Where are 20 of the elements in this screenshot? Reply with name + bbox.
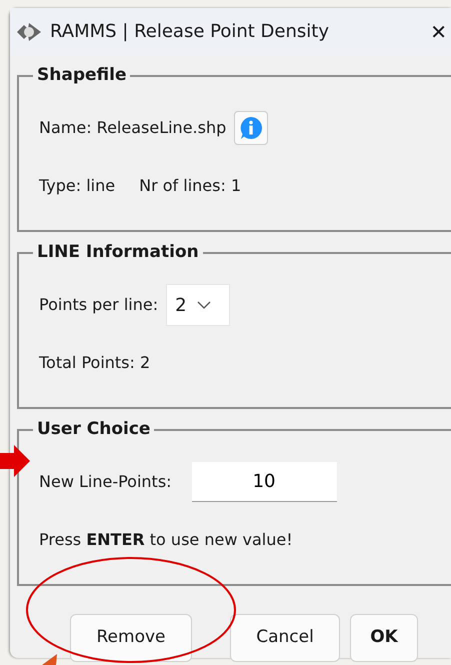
field-label: Type: line [39,175,116,197]
field-label: Points per line: [39,294,158,316]
window-title: RAMMS | Release Point Density [50,20,329,44]
close-button[interactable]: ✕ [430,16,447,46]
group-title: User Choice [36,421,152,438]
points-dropdown[interactable]: 2 [166,284,230,326]
dialog-button[interactable]: OK [350,614,418,662]
field-label: Press ENTER to use new value! [39,529,293,551]
group-title: LINE Information [36,244,200,261]
info-button[interactable] [234,111,268,145]
group-title: Shapefile [36,67,128,84]
field-label: Nr of lines: 1 [139,175,242,197]
dialog-button[interactable]: Remove [70,614,192,662]
field-label: Total Points: 2 [39,352,150,374]
chevron-down-icon [196,301,211,309]
app-logo-icon [16,20,42,42]
dialog-button[interactable]: Cancel [230,614,340,662]
line-points-field[interactable]: 10 [192,462,337,502]
field-label: New Line-Points: [39,471,172,493]
field-label: Name: ReleaseLine.shp [39,117,226,139]
